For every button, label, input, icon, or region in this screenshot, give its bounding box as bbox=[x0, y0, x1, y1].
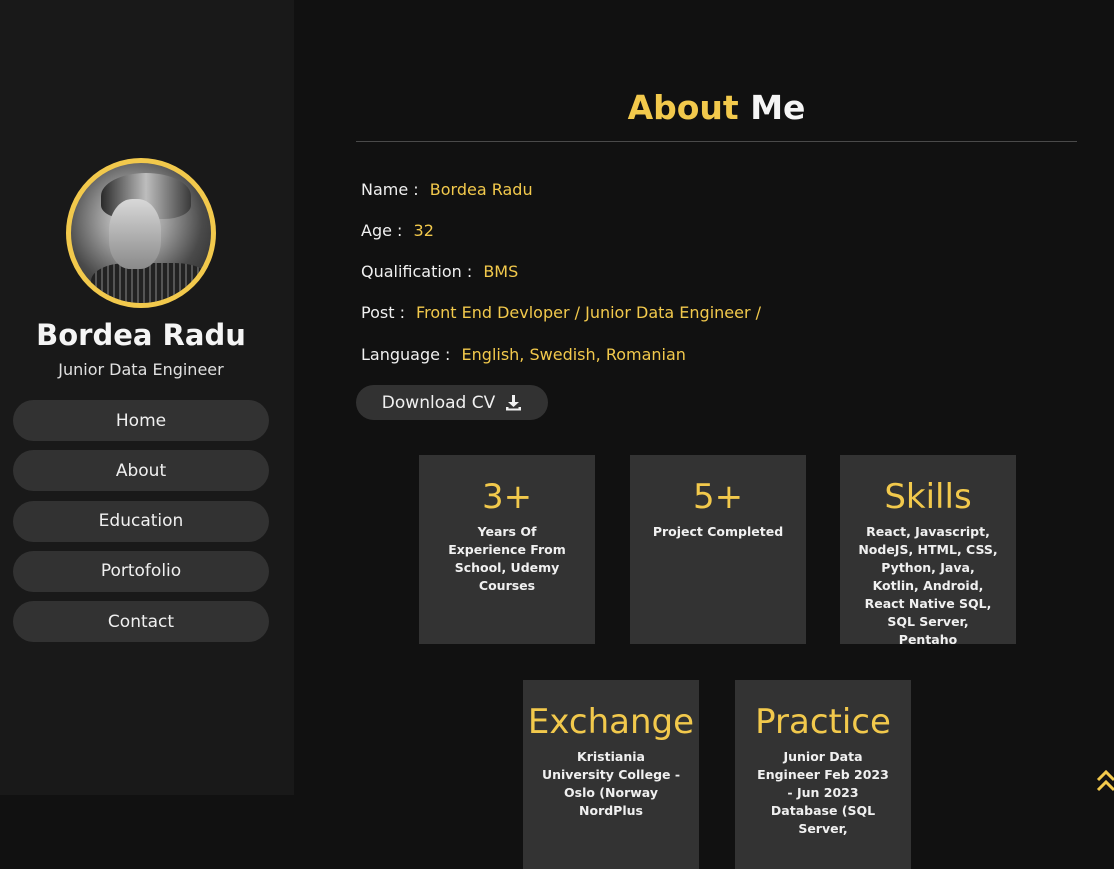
card-value: Exchange bbox=[527, 702, 695, 742]
info-row-language: Language : English, Swedish, Romanian bbox=[361, 345, 686, 364]
info-value: Front End Devloper / Junior Data Enginee… bbox=[416, 303, 762, 322]
page-title-rest: Me bbox=[750, 88, 806, 127]
stat-card-experience: 3+ Years Of Experience From School, Udem… bbox=[419, 455, 595, 644]
info-value: English, Swedish, Romanian bbox=[461, 345, 686, 364]
nav-item-contact[interactable]: Contact bbox=[13, 601, 269, 643]
info-value: 32 bbox=[413, 221, 434, 240]
title-divider bbox=[356, 141, 1077, 142]
info-row-age: Age : 32 bbox=[361, 221, 434, 240]
stat-card-projects: 5+ Project Completed bbox=[630, 455, 806, 644]
card-description: Years Of Experience From School, Udemy C… bbox=[448, 524, 566, 593]
info-row-post: Post : Front End Devloper / Junior Data … bbox=[361, 303, 761, 322]
info-value: BMS bbox=[483, 262, 519, 281]
profile-name: Bordea Radu bbox=[36, 318, 246, 352]
stat-card-exchange: Exchange Kristiania University College -… bbox=[523, 680, 699, 869]
stat-card-practice: Practice Junior Data Engineer Feb 2023 -… bbox=[735, 680, 911, 869]
nav-item-about[interactable]: About bbox=[13, 450, 269, 492]
main-content: About Me Name : Bordea Radu Age : 32 Qua… bbox=[294, 0, 1114, 869]
card-description: Project Completed bbox=[652, 524, 784, 539]
card-description: React, Javascript, NodeJS, HTML, CSS, Py… bbox=[858, 524, 998, 647]
card-value: 3+ bbox=[481, 477, 533, 517]
info-value: Bordea Radu bbox=[429, 180, 533, 199]
info-label: Qualification : bbox=[361, 262, 473, 281]
nav-item-home[interactable]: Home bbox=[13, 400, 269, 441]
double-chevron-up-icon[interactable] bbox=[1096, 766, 1114, 796]
page-title: About Me bbox=[356, 88, 1077, 127]
card-value: Practice bbox=[755, 702, 891, 742]
download-cv-label: Download CV bbox=[381, 392, 496, 413]
card-description: Kristiania University College - Oslo (No… bbox=[541, 749, 681, 818]
sidebar-nav: Home About Education Portofolio Contact bbox=[13, 400, 269, 651]
download-icon bbox=[505, 394, 522, 411]
stat-card-skills: Skills React, Javascript, NodeJS, HTML, … bbox=[840, 455, 1016, 647]
info-label: Name : bbox=[361, 180, 419, 199]
sidebar: Bordea Radu Junior Data Engineer Home Ab… bbox=[0, 0, 294, 795]
info-label: Language : bbox=[361, 345, 451, 364]
card-value: Skills bbox=[884, 477, 972, 517]
nav-item-portofolio[interactable]: Portofolio bbox=[13, 550, 269, 592]
nav-item-education[interactable]: Education bbox=[13, 500, 269, 542]
download-cv-button[interactable]: Download CV bbox=[356, 385, 548, 420]
avatar bbox=[66, 158, 216, 308]
info-label: Post : bbox=[361, 303, 405, 322]
card-description: Junior Data Engineer Feb 2023 - Jun 2023… bbox=[757, 749, 889, 836]
card-value: 5+ bbox=[692, 477, 744, 517]
avatar-shirt bbox=[91, 263, 211, 303]
info-label: Age : bbox=[361, 221, 403, 240]
info-row-name: Name : Bordea Radu bbox=[361, 180, 533, 199]
info-row-qualification: Qualification : BMS bbox=[361, 262, 518, 281]
avatar-face bbox=[109, 199, 161, 269]
profile-role: Junior Data Engineer bbox=[58, 360, 224, 379]
page-title-accent: About bbox=[627, 88, 739, 127]
